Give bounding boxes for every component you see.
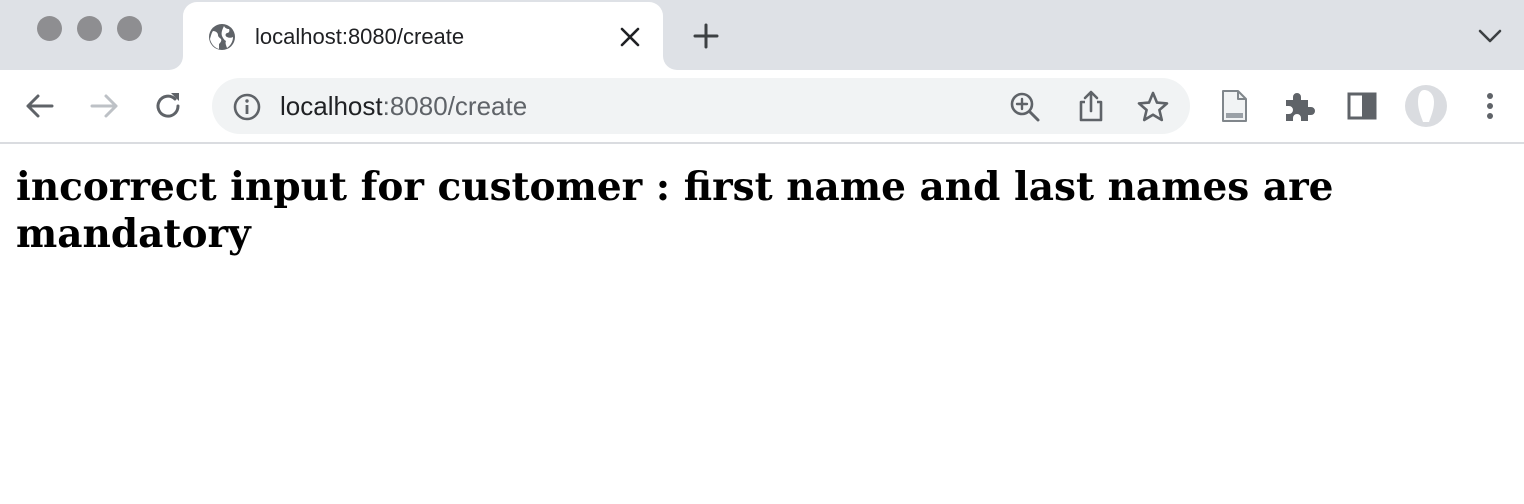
info-icon[interactable] xyxy=(232,92,262,122)
chevron-down-icon[interactable] xyxy=(1474,22,1506,50)
avatar-icon[interactable] xyxy=(1404,84,1448,128)
arrow-right-icon[interactable] xyxy=(86,88,122,124)
document-icon[interactable] xyxy=(1216,88,1252,124)
share-icon[interactable] xyxy=(1074,88,1108,124)
kebab-menu-icon[interactable] xyxy=(1478,88,1502,124)
window-minimize-button[interactable] xyxy=(77,16,102,41)
error-heading: incorrect input for customer : first nam… xyxy=(16,164,1334,257)
url-host: localhost xyxy=(280,91,383,121)
side-panel-icon[interactable] xyxy=(1344,88,1380,124)
browser-toolbar: localhost:8080/create xyxy=(0,70,1524,144)
star-icon[interactable] xyxy=(1136,90,1170,124)
close-icon[interactable] xyxy=(617,24,643,50)
address-bar[interactable]: localhost:8080/create xyxy=(212,78,1190,134)
globe-icon xyxy=(209,24,235,50)
page-content: incorrect input for customer : first nam… xyxy=(0,144,1524,504)
window-maximize-button[interactable] xyxy=(117,16,142,41)
reload-icon[interactable] xyxy=(150,88,186,124)
tab-title: localhost:8080/create xyxy=(255,24,465,49)
window-close-button[interactable] xyxy=(37,16,62,41)
browser-window: localhost:8080/create localhost:8080/cre… xyxy=(0,0,1524,504)
zoom-in-icon[interactable] xyxy=(1008,90,1042,124)
tab-active[interactable]: localhost:8080/create xyxy=(183,2,663,70)
arrow-left-icon[interactable] xyxy=(22,88,58,124)
plus-icon[interactable] xyxy=(690,20,722,52)
tab-strip: localhost:8080/create xyxy=(0,0,1524,70)
puzzle-icon[interactable] xyxy=(1280,88,1316,124)
url-path: :8080/create xyxy=(382,91,528,121)
url-text[interactable]: localhost:8080/create xyxy=(280,91,527,121)
